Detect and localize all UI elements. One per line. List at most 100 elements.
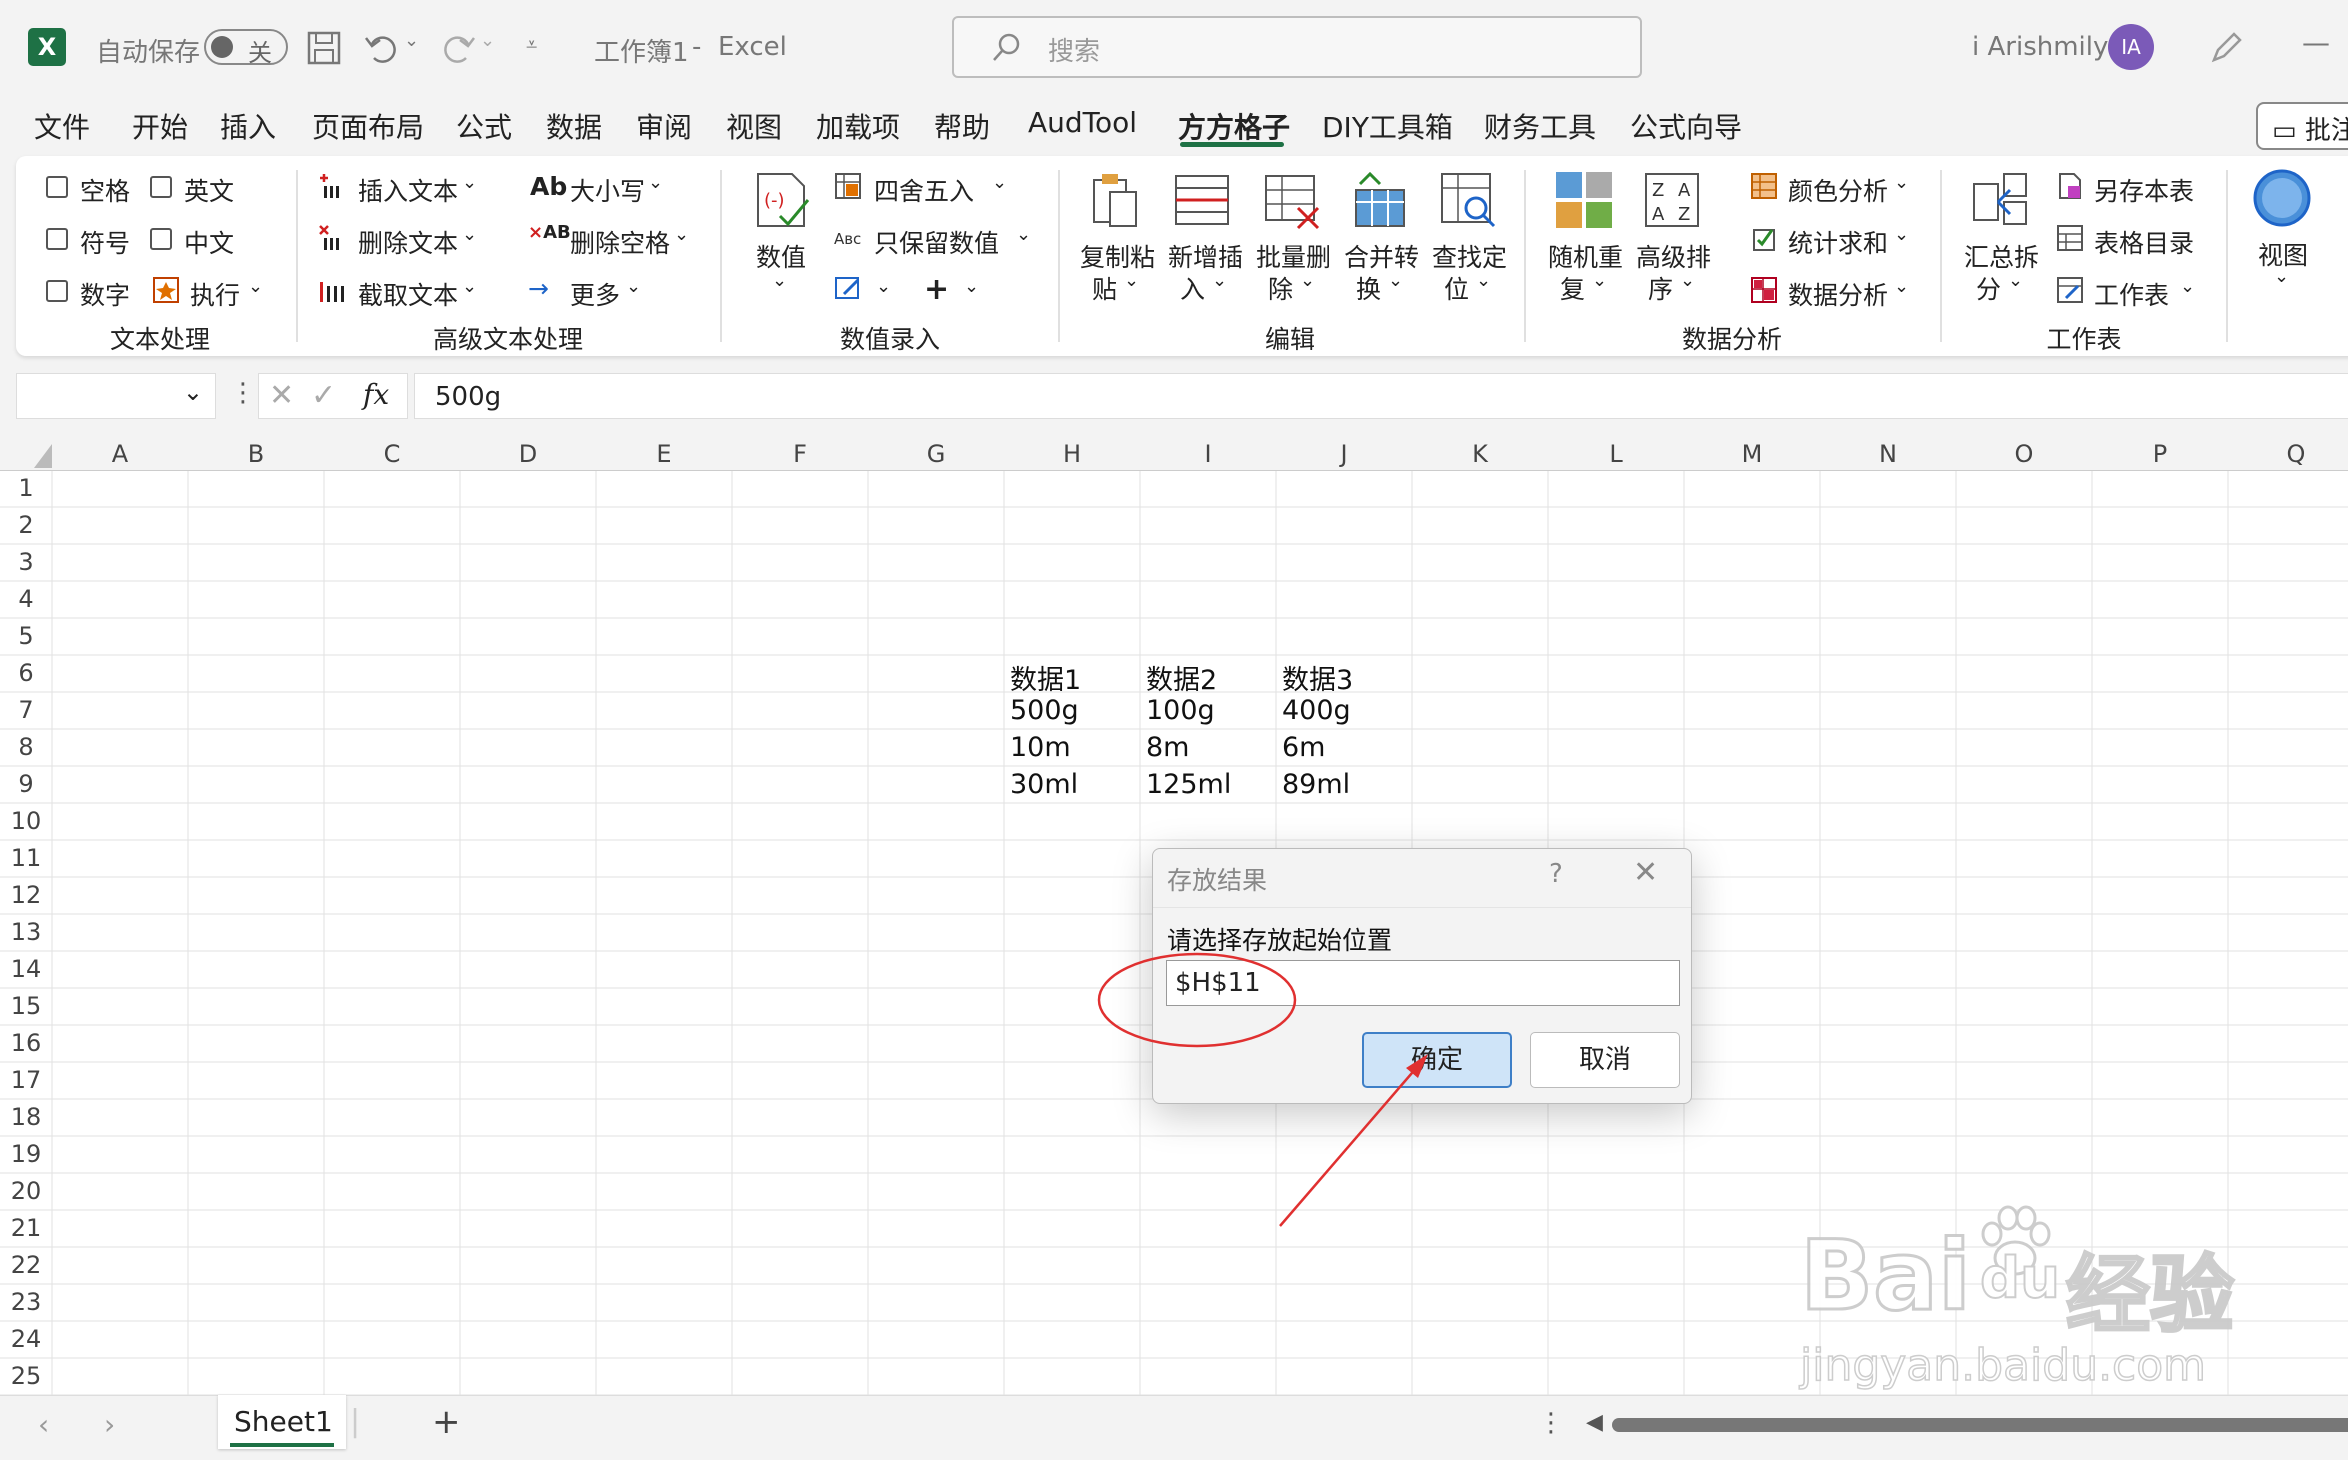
tab-finance-tools[interactable]: 财务工具 [1484, 106, 1596, 146]
insert-text-button[interactable]: 插入文本 [358, 172, 458, 208]
checkbox-english[interactable] [150, 176, 172, 198]
tab-review[interactable]: 审阅 [636, 106, 692, 146]
checkbox-space[interactable] [46, 176, 68, 198]
summarize-split-label-2[interactable]: 分 [1976, 270, 2001, 306]
tab-fangfanggezi[interactable]: 方方格子 [1178, 106, 1290, 146]
prev-sheet-icon[interactable]: ‹ [38, 1408, 49, 1441]
data-analysis-button[interactable]: 数据分析 [1788, 276, 1888, 312]
column-header-a[interactable]: A [52, 440, 188, 468]
color-analysis-button[interactable]: 颜色分析 [1788, 172, 1888, 208]
cell-i8[interactable]: 8m [1146, 732, 1189, 763]
insert-rows-label-1[interactable]: 新增插 [1168, 238, 1243, 274]
help-button[interactable]: ? [1549, 859, 1563, 889]
more-button[interactable]: 更多 [570, 276, 620, 312]
row-header-5[interactable]: 5 [0, 622, 52, 650]
row-header-23[interactable]: 23 [0, 1288, 52, 1316]
summarize-split-dropdown-icon[interactable]: ⌄ [2008, 270, 2023, 291]
random-repeat-label-2[interactable]: 复 [1560, 270, 1585, 306]
row-header-20[interactable]: 20 [0, 1177, 52, 1205]
column-header-q[interactable]: Q [2228, 440, 2348, 468]
copy-paste-dropdown-icon[interactable]: ⌄ [1124, 270, 1139, 291]
tab-formulas[interactable]: 公式 [456, 106, 512, 146]
tab-data[interactable]: 数据 [546, 106, 602, 146]
name-box-dropdown-icon[interactable]: ⌄ [183, 378, 203, 406]
tab-audtool[interactable]: AudTool [1028, 106, 1137, 139]
cell-h6[interactable]: 数据1 [1010, 658, 1081, 697]
advanced-sort-label-1[interactable]: 高级排 [1636, 238, 1711, 274]
plus-dropdown-icon[interactable]: ⌄ [964, 276, 979, 297]
view-dropdown-icon[interactable]: ⌄ [2274, 266, 2289, 287]
edit-table-dropdown-icon[interactable]: ⌄ [876, 276, 891, 297]
redo-dropdown-icon[interactable]: ⌄ [480, 30, 495, 51]
find-locate-label-1[interactable]: 查找定 [1432, 238, 1507, 274]
remove-space-button[interactable]: 删除空格 [570, 224, 670, 260]
autosave-toggle[interactable]: 关 [204, 29, 288, 67]
find-locate-dropdown-icon[interactable]: ⌄ [1476, 270, 1491, 291]
next-sheet-icon[interactable]: › [104, 1408, 115, 1441]
column-header-m[interactable]: M [1684, 440, 1820, 468]
delete-text-dropdown-icon[interactable]: ⌄ [462, 224, 477, 245]
remove-space-dropdown-icon[interactable]: ⌄ [674, 224, 689, 245]
cell-h7[interactable]: 500g [1010, 695, 1079, 726]
cell-j9[interactable]: 89ml [1282, 769, 1350, 800]
batch-delete-label-2[interactable]: 除 [1268, 270, 1293, 306]
tab-addins[interactable]: 加载项 [816, 106, 900, 146]
sheet-tab-sheet1[interactable]: Sheet1 [218, 1395, 346, 1449]
column-header-o[interactable]: O [1956, 440, 2092, 468]
horizontal-scrollbar[interactable] [1612, 1418, 2348, 1432]
worksheet-dropdown-icon[interactable]: ⌄ [2180, 276, 2195, 297]
undo-dropdown-icon[interactable]: ⌄ [404, 30, 419, 51]
sum-stats-dropdown-icon[interactable]: ⌄ [1894, 224, 1909, 245]
plus-icon[interactable]: + [924, 272, 949, 307]
cell-i9[interactable]: 125ml [1146, 769, 1231, 800]
column-header-e[interactable]: E [596, 440, 732, 468]
execute-icon[interactable] [152, 276, 180, 304]
comments-button[interactable]: ▭ 批注 [2256, 102, 2348, 150]
row-header-14[interactable]: 14 [0, 955, 52, 983]
column-header-f[interactable]: F [732, 440, 868, 468]
row-header-3[interactable]: 3 [0, 548, 52, 576]
tab-file[interactable]: 文件 [34, 106, 90, 146]
customize-qat-icon[interactable]: ⩡ [526, 32, 537, 56]
column-header-g[interactable]: G [868, 440, 1004, 468]
cell-h8[interactable]: 10m [1010, 732, 1071, 763]
copy-paste-label-1[interactable]: 复制粘 [1080, 238, 1155, 274]
random-repeat-label-1[interactable]: 随机重 [1548, 238, 1623, 274]
sheet-options-icon[interactable]: ⋮ [1538, 1408, 1564, 1438]
scroll-left-icon[interactable]: ◀ [1586, 1410, 1603, 1435]
row-header-16[interactable]: 16 [0, 1029, 52, 1057]
column-header-d[interactable]: D [460, 440, 596, 468]
execute-button[interactable]: 执行 [190, 276, 240, 312]
undo-icon[interactable] [364, 30, 400, 66]
row-header-22[interactable]: 22 [0, 1251, 52, 1279]
ok-button[interactable]: 确定 [1362, 1032, 1512, 1088]
tab-help[interactable]: 帮助 [934, 106, 990, 146]
minimize-icon[interactable]: — [2302, 26, 2330, 59]
row-header-25[interactable]: 25 [0, 1362, 52, 1390]
redo-icon[interactable] [440, 30, 476, 66]
edit-table-icon[interactable] [834, 274, 862, 302]
summarize-split-label-1[interactable]: 汇总拆 [1964, 238, 2039, 274]
merge-convert-label-2[interactable]: 换 [1356, 270, 1381, 306]
row-header-13[interactable]: 13 [0, 918, 52, 946]
advanced-sort-dropdown-icon[interactable]: ⌄ [1680, 270, 1695, 291]
number-dropdown-icon[interactable]: ⌄ [772, 270, 787, 291]
row-header-12[interactable]: 12 [0, 881, 52, 909]
cancel-button[interactable]: 取消 [1530, 1032, 1680, 1088]
round-button[interactable]: 四舍五入 [874, 172, 974, 208]
find-locate-label-2[interactable]: 位 [1444, 270, 1469, 306]
cell-i7[interactable]: 100g [1146, 695, 1215, 726]
row-header-19[interactable]: 19 [0, 1140, 52, 1168]
more-options-icon[interactable]: ⋮ [230, 378, 256, 408]
sum-stats-button[interactable]: 统计求和 [1788, 224, 1888, 260]
row-header-4[interactable]: 4 [0, 585, 52, 613]
cell-i6[interactable]: 数据2 [1146, 658, 1217, 697]
save-icon[interactable] [306, 30, 342, 66]
insert-rows-dropdown-icon[interactable]: ⌄ [1212, 270, 1227, 291]
checkbox-chinese[interactable] [150, 228, 172, 250]
keep-number-button[interactable]: 只保留数值 [874, 224, 999, 260]
tab-formula-wizard[interactable]: 公式向导 [1630, 106, 1742, 146]
row-header-21[interactable]: 21 [0, 1214, 52, 1242]
case-dropdown-icon[interactable]: ⌄ [648, 172, 663, 193]
row-header-11[interactable]: 11 [0, 844, 52, 872]
